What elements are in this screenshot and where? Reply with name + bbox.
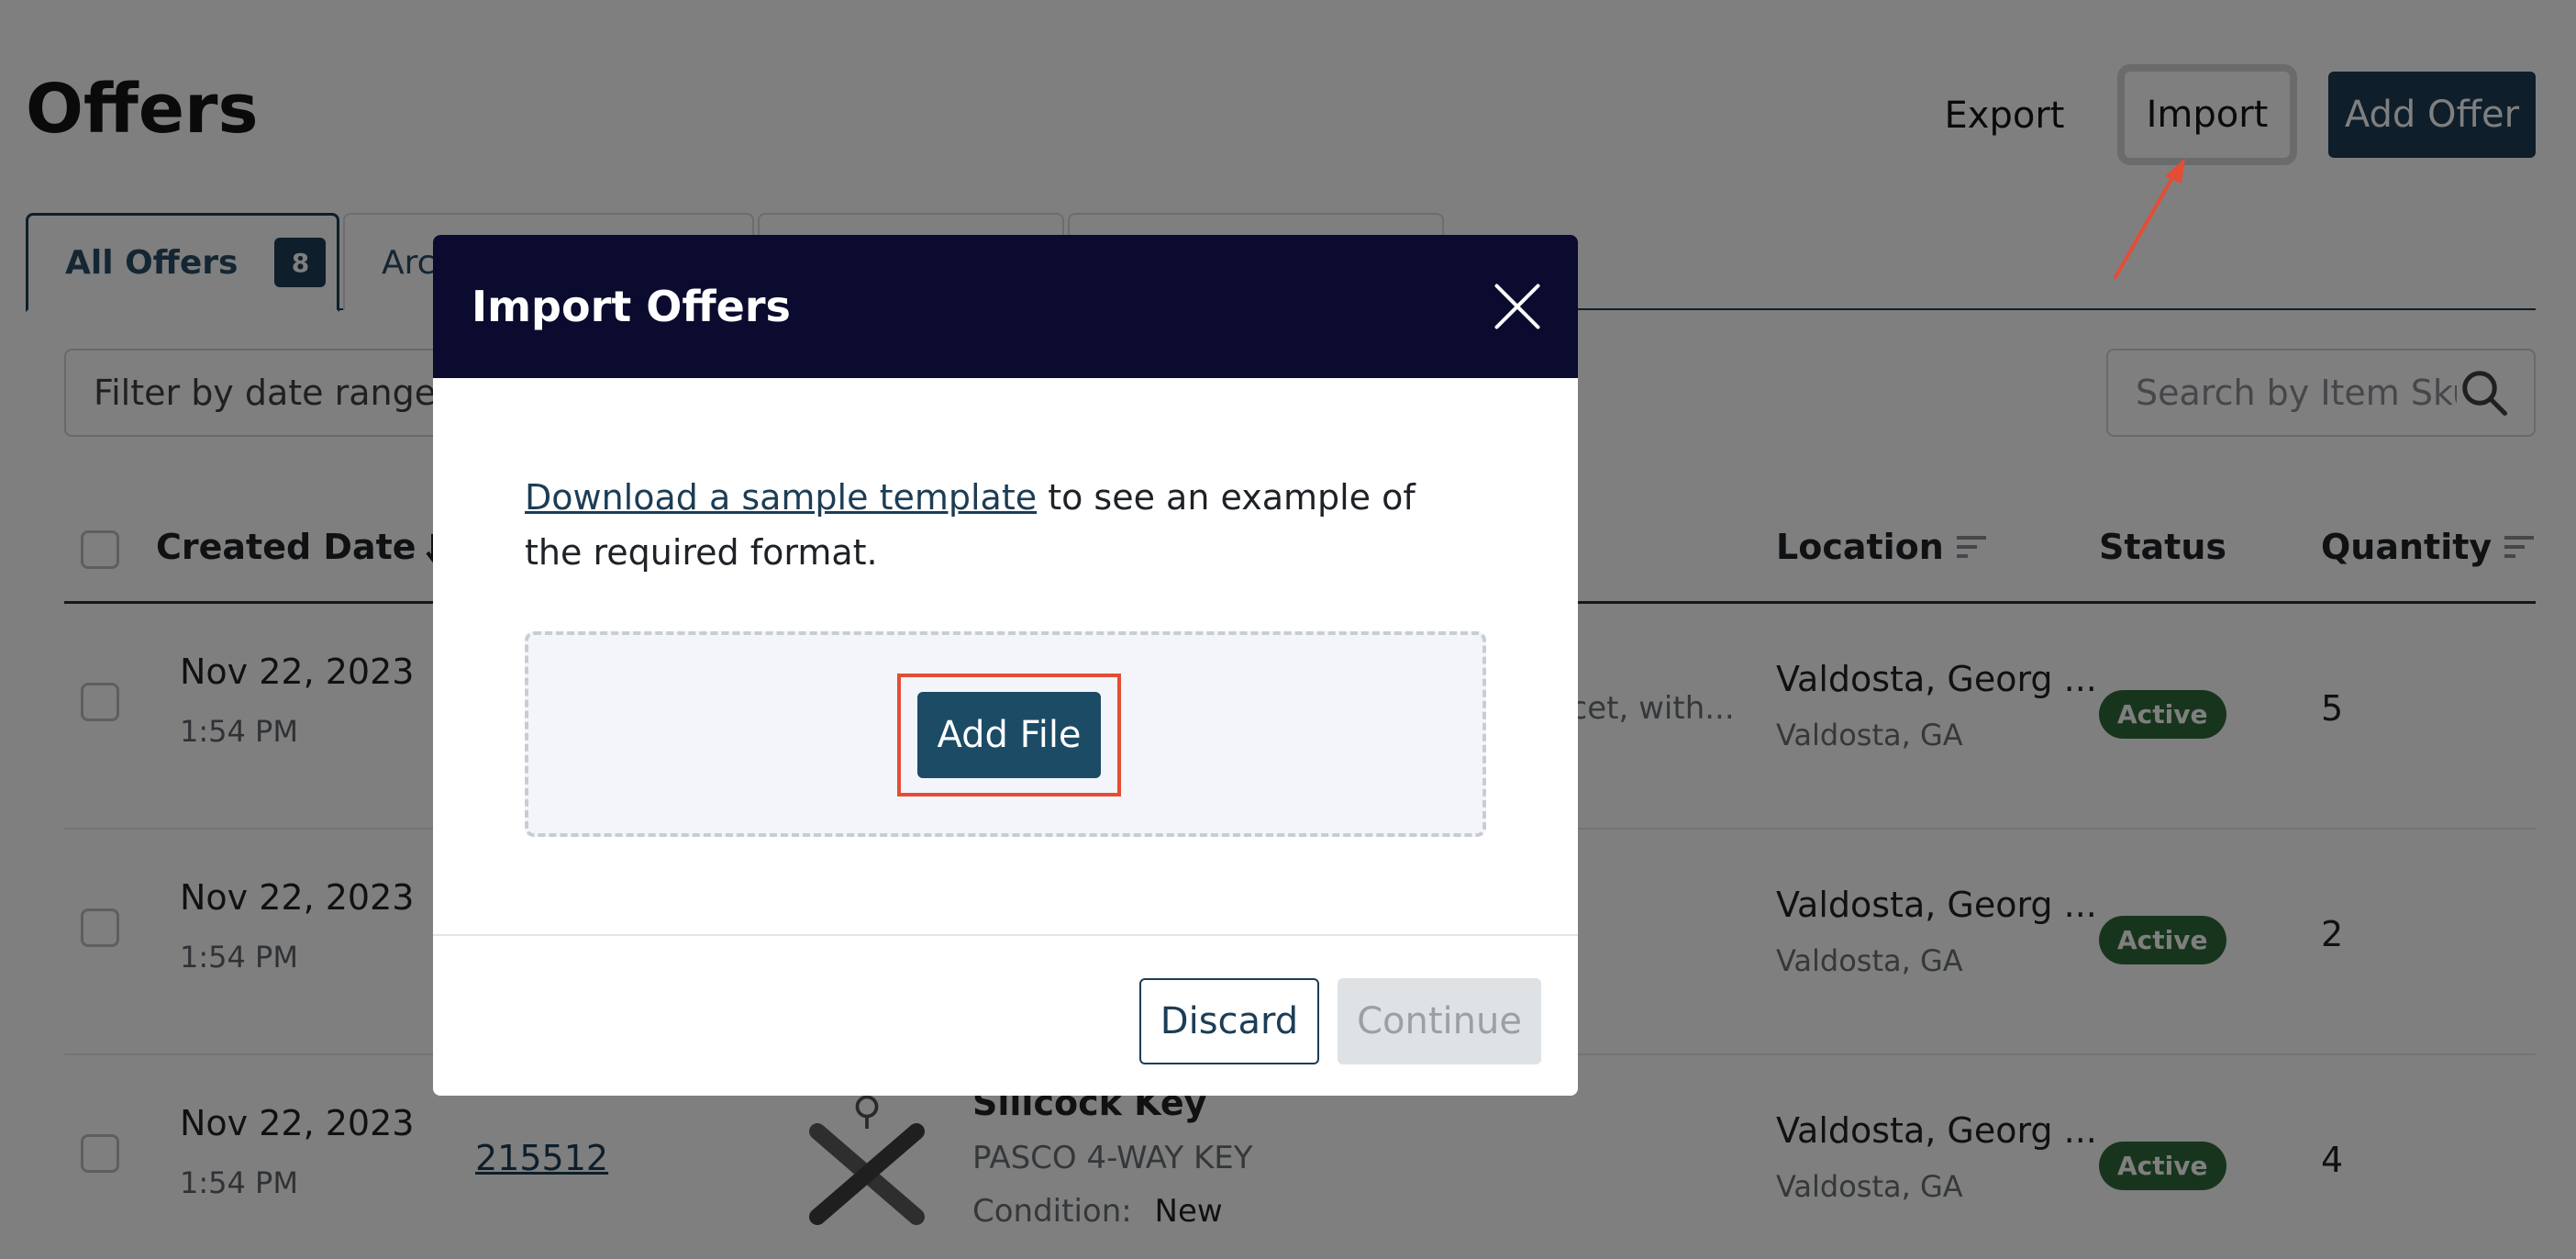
modal-footer-divider [433,934,1578,936]
download-template-link[interactable]: Download a sample template [525,477,1037,518]
import-offers-modal: Import Offers Download a sample template… [433,235,1578,1096]
add-file-highlight: Add File [897,674,1121,797]
modal-header: Import Offers [433,235,1578,378]
arrow-annotation-icon [2114,158,2185,279]
close-button[interactable] [1490,279,1545,334]
file-dropzone[interactable]: Add File [525,631,1486,837]
modal-instructions: Download a sample template to see an exa… [525,470,1479,580]
continue-button[interactable]: Continue [1338,978,1541,1064]
close-icon [1494,284,1540,329]
discard-button[interactable]: Discard [1139,978,1319,1064]
modal-title: Import Offers [472,282,791,331]
modal-body: Download a sample template to see an exa… [433,378,1578,1077]
add-file-button[interactable]: Add File [917,692,1101,778]
